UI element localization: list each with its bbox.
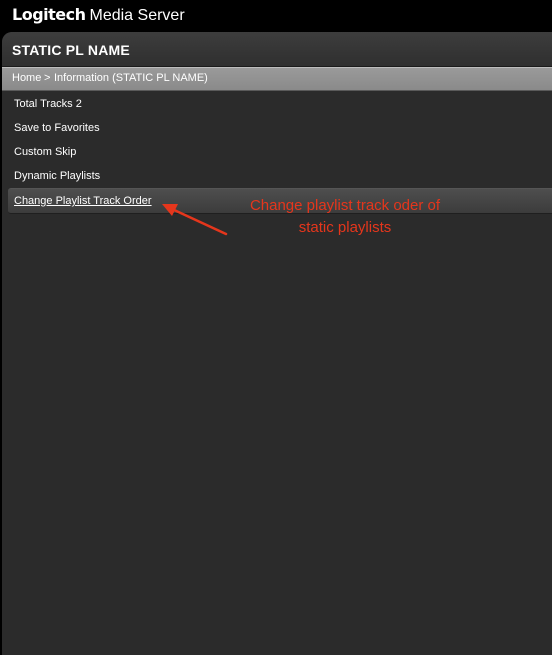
panel-title-bar: STATIC PL NAME xyxy=(2,32,552,67)
menu-item-label: Custom Skip xyxy=(14,146,77,158)
menu-item-label: Dynamic Playlists xyxy=(14,170,101,182)
app-brand[interactable]: Logitech Media Server xyxy=(12,5,185,25)
brand-logo: Logitech xyxy=(12,5,86,24)
breadcrumb-home-link[interactable]: Home xyxy=(12,72,41,84)
page-title: STATIC PL NAME xyxy=(12,42,130,58)
menu-item-save-to-favorites[interactable]: Save to Favorites xyxy=(2,116,552,140)
menu-item-link[interactable]: Change Playlist Track Order xyxy=(14,195,152,207)
breadcrumb: Home > Information (STATIC PL NAME) xyxy=(2,67,552,91)
app-header: Logitech Media Server xyxy=(0,0,552,30)
menu-item-dynamic-playlists[interactable]: Dynamic Playlists xyxy=(2,164,552,188)
content-panel: STATIC PL NAME Home > Information (STATI… xyxy=(2,32,552,655)
menu-item-label: Total Tracks 2 xyxy=(14,98,82,110)
menu-item-total-tracks[interactable]: Total Tracks 2 xyxy=(2,92,552,116)
menu-item-label: Save to Favorites xyxy=(14,122,100,134)
breadcrumb-separator: > xyxy=(44,72,51,84)
breadcrumb-current: Information (STATIC PL NAME) xyxy=(54,72,208,84)
annotation-callout: Change playlist track oder of static pla… xyxy=(249,197,441,236)
brand-name: Media Server xyxy=(89,7,185,24)
menu-item-custom-skip[interactable]: Custom Skip xyxy=(2,140,552,164)
